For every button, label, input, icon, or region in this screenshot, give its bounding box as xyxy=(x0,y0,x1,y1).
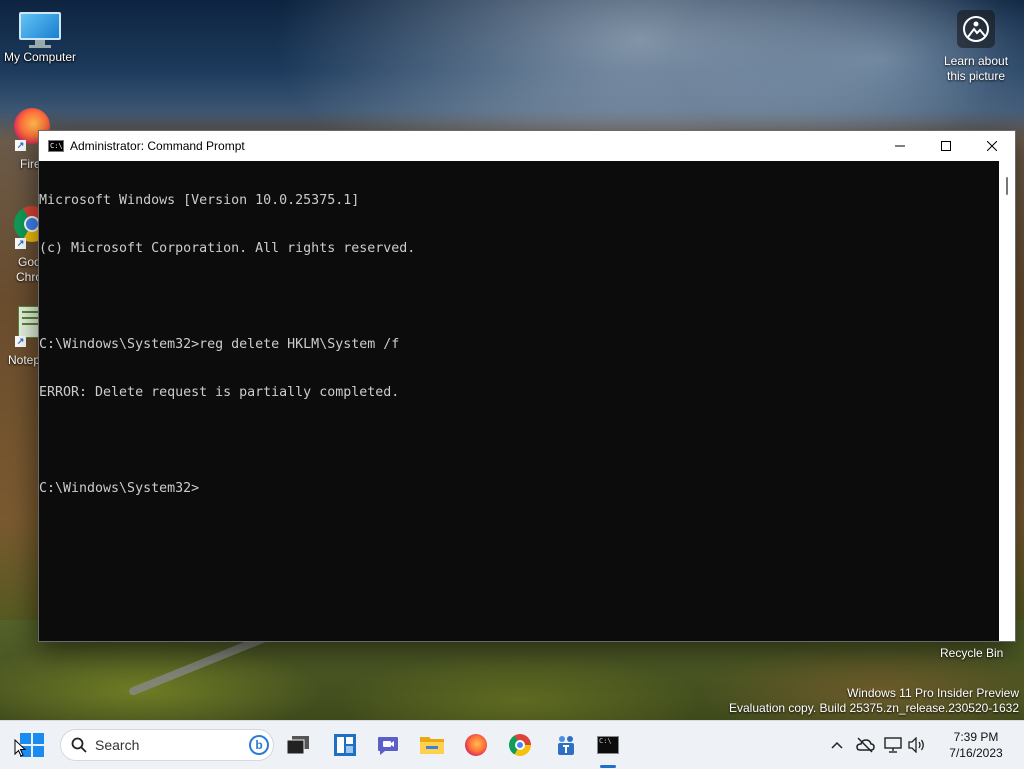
system-tray xyxy=(826,721,930,769)
watermark-line1: Windows 11 Pro Insider Preview xyxy=(847,686,1019,700)
chrome-taskbar-button[interactable] xyxy=(504,721,536,769)
volume-icon xyxy=(908,737,924,753)
desktop-icon-label: My Computer xyxy=(3,50,77,64)
window-titlebar[interactable]: C:\ Administrator: Command Prompt xyxy=(39,131,1015,161)
minimize-button[interactable] xyxy=(877,131,923,161)
teams-icon xyxy=(558,736,574,755)
clock-time: 7:39 PM xyxy=(953,730,999,744)
taskbar: Search b C:\ 7:39 PM 7/16/2023 xyxy=(0,720,1024,769)
learn-label-line1: Learn about xyxy=(943,54,1009,68)
console-line: Microsoft Windows [Version 10.0.25375.1] xyxy=(39,193,360,208)
chevron-up-icon xyxy=(831,741,843,749)
task-view-button[interactable] xyxy=(282,721,314,769)
close-icon xyxy=(987,141,997,151)
console-line: ERROR: Delete request is partially compl… xyxy=(39,385,400,400)
show-hidden-icons-button[interactable] xyxy=(826,741,848,749)
cmd-icon: C:\ xyxy=(597,736,619,754)
firefox-icon xyxy=(465,734,487,756)
cmd-taskbar-button[interactable]: C:\ xyxy=(592,721,624,769)
search-placeholder: Search xyxy=(95,737,140,753)
window-controls xyxy=(877,131,1015,161)
desktop-icon-my-computer[interactable]: My Computer xyxy=(0,12,80,64)
minimize-icon xyxy=(895,145,905,147)
firefox-taskbar-button[interactable] xyxy=(460,721,492,769)
shortcut-arrow-icon: ↗ xyxy=(15,238,26,249)
clock-date: 7/16/2023 xyxy=(949,746,1003,760)
chat-icon xyxy=(378,737,398,755)
volume-button[interactable] xyxy=(904,737,930,753)
network-button[interactable] xyxy=(882,737,904,753)
onedrive-icon xyxy=(856,737,875,753)
learn-label-line2: this picture xyxy=(946,69,1006,83)
network-icon xyxy=(884,737,902,753)
widgets-button[interactable] xyxy=(329,721,361,769)
console-prompt: C:\Windows\System32> xyxy=(39,481,200,496)
task-view-icon xyxy=(287,736,309,754)
onedrive-button[interactable] xyxy=(848,737,882,753)
camera-info-icon xyxy=(957,10,995,48)
vertical-scrollbar[interactable] xyxy=(999,161,1015,641)
cmd-app-icon: C:\ xyxy=(48,140,64,152)
learn-about-this-picture[interactable]: Learn about this picture xyxy=(936,10,1016,84)
close-button[interactable] xyxy=(969,131,1015,161)
teams-button[interactable] xyxy=(550,721,582,769)
console-line: (c) Microsoft Corporation. All rights re… xyxy=(39,241,416,256)
file-explorer-button[interactable] xyxy=(416,721,448,769)
console-line: C:\Windows\System32>reg delete HKLM\Syst… xyxy=(39,337,400,352)
taskbar-clock[interactable]: 7:39 PM 7/16/2023 xyxy=(934,729,1018,761)
maximize-button[interactable] xyxy=(923,131,969,161)
maximize-icon xyxy=(941,141,951,151)
recycle-bin-label[interactable]: Recycle Bin xyxy=(940,646,1003,660)
chrome-icon xyxy=(509,734,531,756)
shortcut-arrow-icon: ↗ xyxy=(15,336,26,347)
search-icon xyxy=(71,737,87,753)
desktop-icon-label: Notep xyxy=(8,353,41,367)
shortcut-arrow-icon: ↗ xyxy=(15,140,26,151)
chat-button[interactable] xyxy=(372,721,404,769)
taskbar-search[interactable]: Search b xyxy=(60,729,274,761)
command-prompt-window[interactable]: C:\ Administrator: Command Prompt Micros… xyxy=(38,130,1016,642)
file-explorer-icon xyxy=(420,737,444,754)
monitor-icon xyxy=(19,12,61,48)
watermark-line2: Evaluation copy. Build 25375.zn_release.… xyxy=(729,701,1019,715)
console-output[interactable]: Microsoft Windows [Version 10.0.25375.1]… xyxy=(39,161,999,641)
widgets-icon xyxy=(334,734,356,756)
windows-watermark: Windows 11 Pro Insider Preview Evaluatio… xyxy=(729,686,1019,716)
mouse-cursor-icon xyxy=(14,739,26,757)
window-title: Administrator: Command Prompt xyxy=(70,139,245,153)
bing-icon[interactable]: b xyxy=(249,735,269,755)
scrollbar-thumb[interactable] xyxy=(1006,177,1008,195)
